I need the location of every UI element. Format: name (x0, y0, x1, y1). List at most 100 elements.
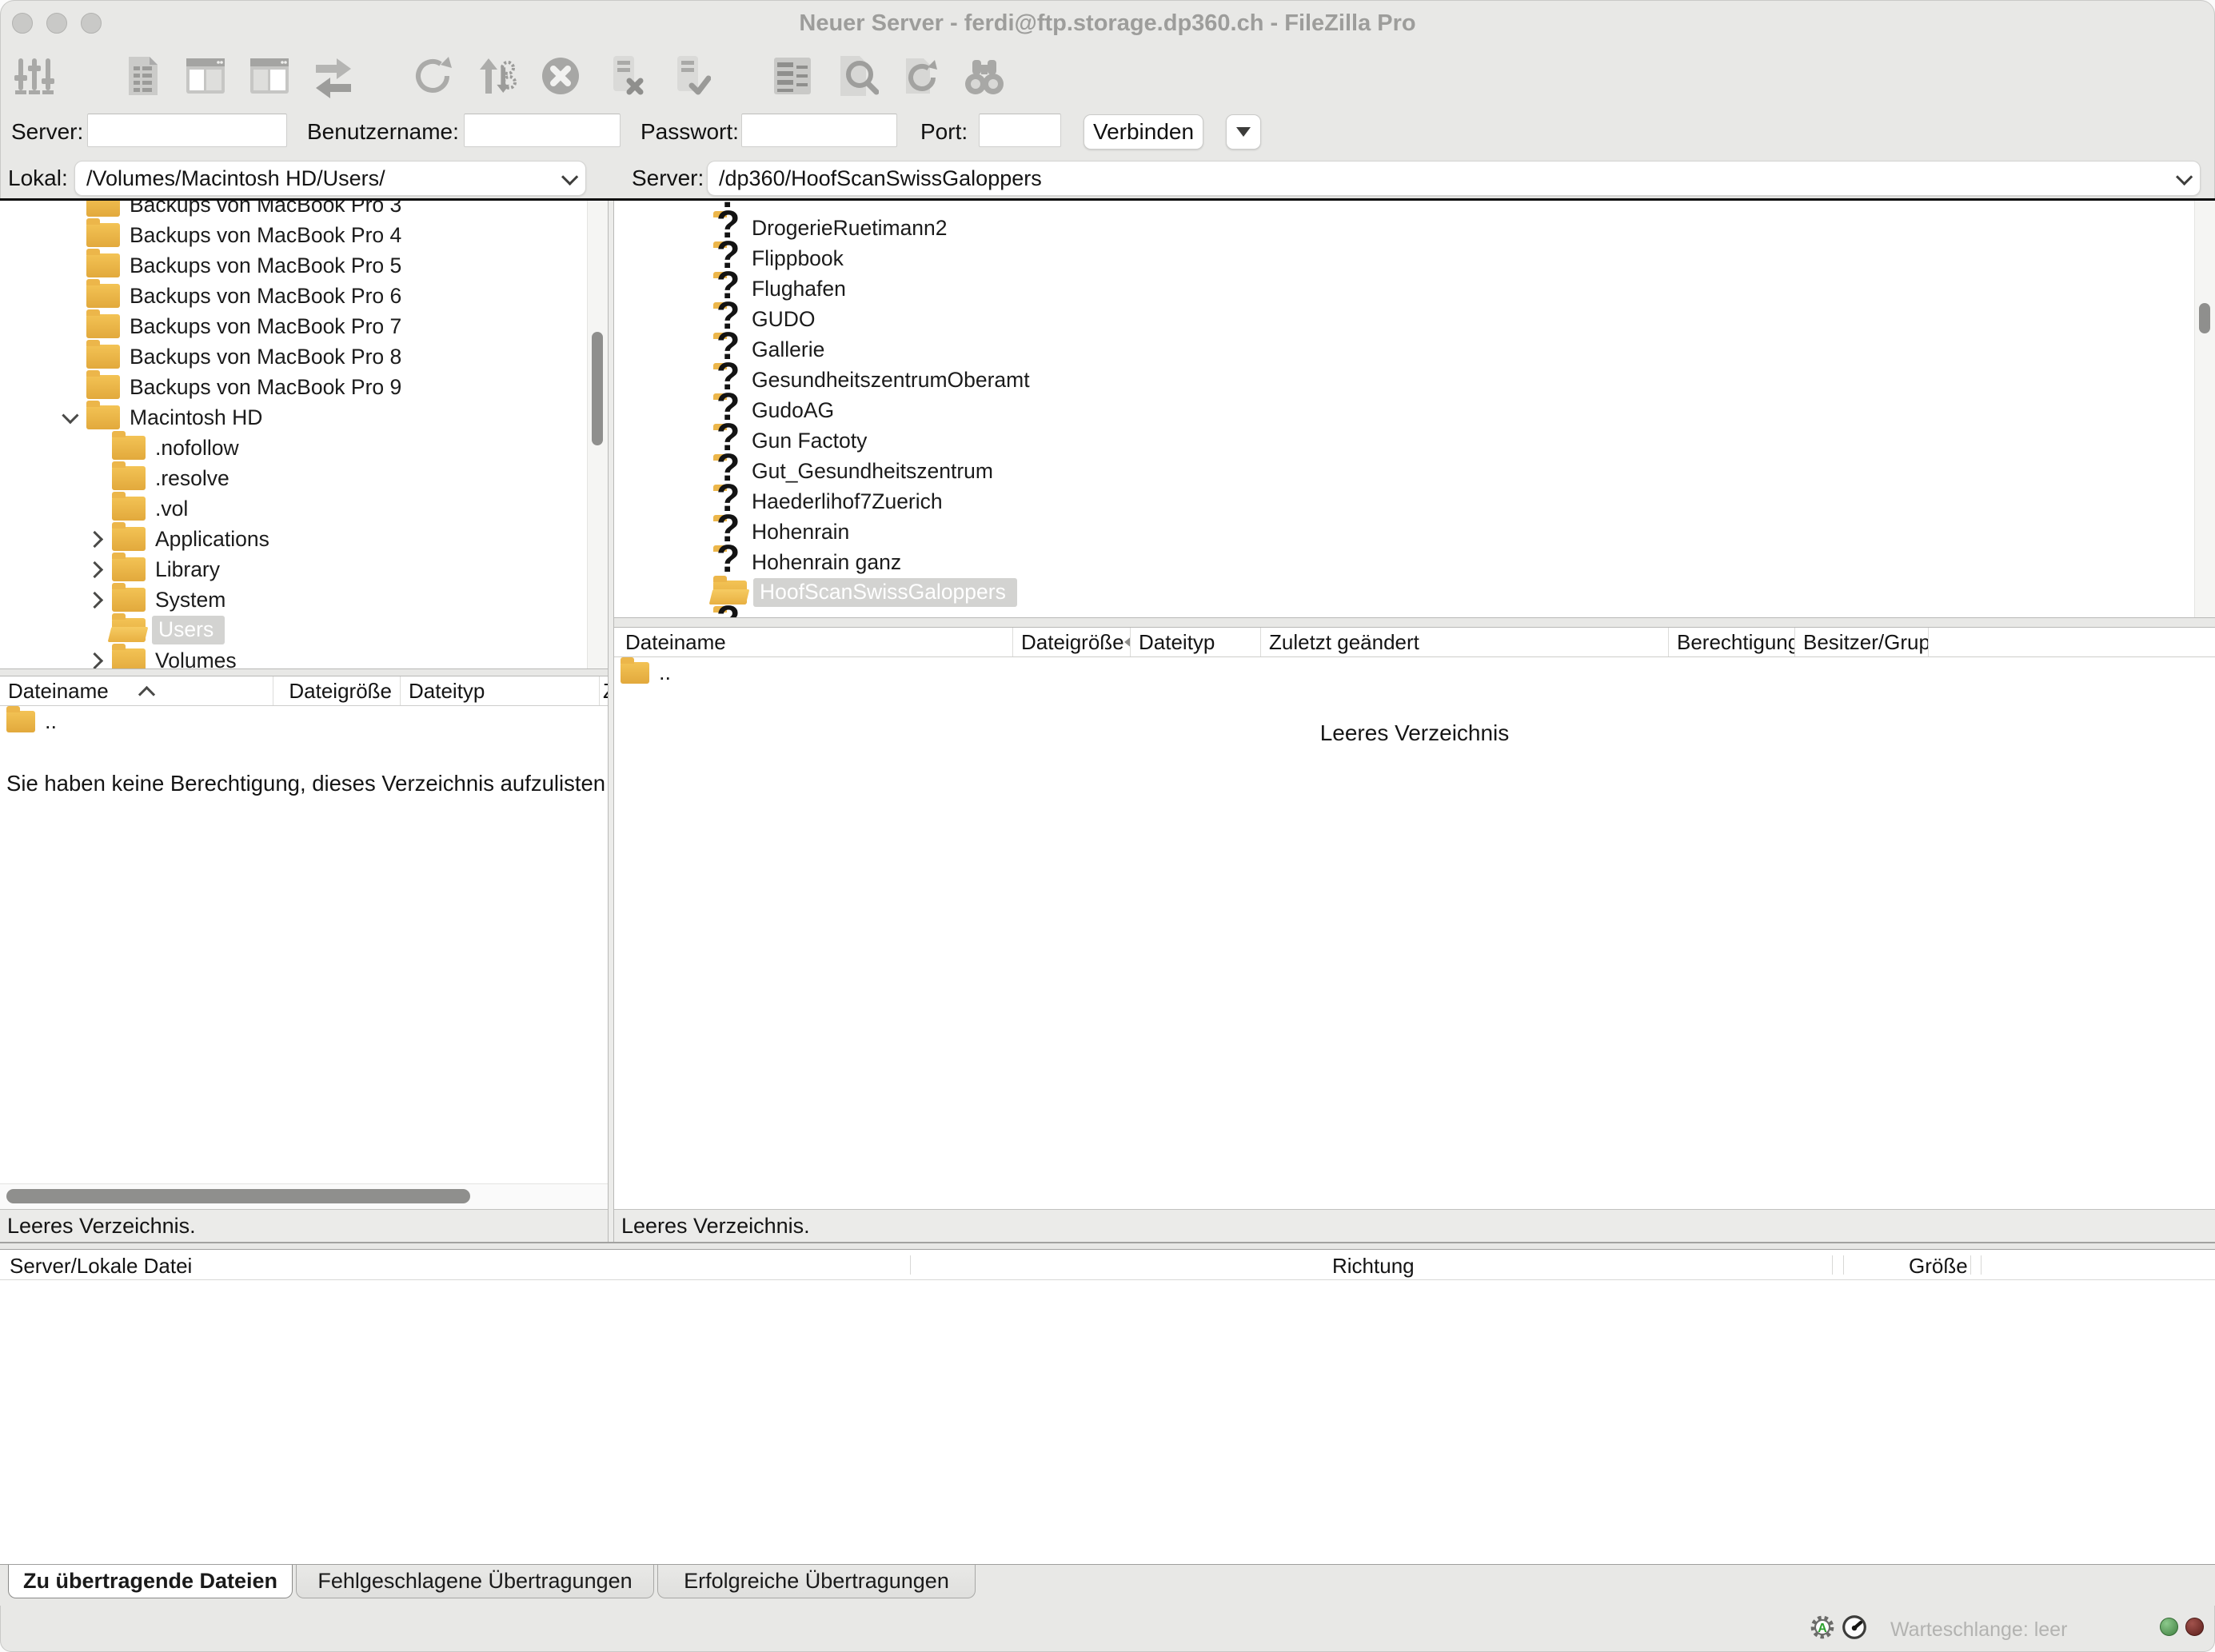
column-header-dateityp[interactable]: Dateityp (1131, 628, 1261, 656)
column-header-dateityp[interactable]: Dateityp (401, 676, 600, 705)
queue-splitter[interactable] (0, 1242, 2215, 1250)
column-header-berechtigungen[interactable]: Berechtigungen (1669, 628, 1795, 656)
remote-tree-toggle-icon[interactable] (246, 51, 293, 101)
remote-file-list: Dateiname Dateigröße Dateityp Zuletzt ge… (614, 628, 2215, 1209)
window-title: Neuer Server - ferdi@ftp.storage.dp360.c… (0, 0, 2215, 46)
tree-item[interactable]: .nofollow (0, 433, 608, 463)
panel-splitter[interactable] (608, 201, 614, 1242)
column-header-besitzer-gruppe[interactable]: Besitzer/Gruppe (1795, 628, 1929, 656)
tree-item[interactable]: ?Hohenrain ganz (614, 547, 2215, 577)
server-input[interactable] (87, 114, 287, 147)
scrollbar-thumb[interactable] (2199, 303, 2210, 333)
disconnect-icon[interactable] (601, 51, 648, 101)
column-header-groesse[interactable]: Größe (1909, 1254, 1968, 1279)
tree-item[interactable]: Volumes (0, 645, 608, 668)
tree-item[interactable]: Backups von MacBook Pro 6 (0, 281, 608, 311)
connect-dropdown-button[interactable] (1226, 114, 1261, 150)
tree-item[interactable]: Backups von MacBook Pro 8 (0, 341, 608, 372)
remote-panel-divider[interactable] (614, 617, 2215, 628)
tree-item[interactable]: ? (614, 201, 2215, 213)
port-input[interactable] (979, 114, 1061, 147)
column-label: Dateityp (409, 679, 485, 704)
tree-item[interactable]: ?DrogerieRuetimann2 (614, 213, 2215, 243)
tree-item-label: .nofollow (155, 436, 239, 461)
status-light-green-icon (2160, 1618, 2178, 1636)
tab-files-to-transfer[interactable]: Zu übertragende Dateien (8, 1565, 293, 1598)
tree-item[interactable]: ?Gallerie (614, 334, 2215, 365)
tree-item[interactable]: Applications (0, 524, 608, 554)
column-header-dateiname[interactable]: Dateiname (614, 628, 1013, 656)
tree-item[interactable]: Library (0, 554, 608, 585)
tree-item[interactable]: ?Flughafen (614, 273, 2215, 304)
chevron-right-icon[interactable] (86, 591, 102, 608)
tree-item[interactable]: ?Hohenrain (614, 517, 2215, 547)
tree-item-label: GUDO (752, 307, 816, 332)
tree-item[interactable]: ?GudoAG (614, 395, 2215, 425)
tree-item-selected[interactable]: HoofScanSwissGaloppers (614, 577, 2215, 608)
tree-item-selected[interactable]: Users (0, 615, 608, 645)
tree-item[interactable]: ?Flippbook (614, 243, 2215, 273)
local-path-select[interactable]: /Volumes/Macintosh HD/Users/ (74, 161, 586, 196)
directory-comparison-icon[interactable] (961, 51, 1008, 101)
file-row-parent-dir[interactable]: .. (614, 657, 2215, 688)
remote-tree-scrollbar[interactable] (2194, 201, 2215, 617)
column-header-zuletzt-geaendert[interactable]: Zuletzt geändert (1261, 628, 1669, 656)
chevron-slot (77, 533, 112, 545)
remote-path-select[interactable]: /dp360/HoofScanSwissGaloppers (707, 161, 2201, 196)
column-separator (1970, 1255, 1971, 1275)
column-header-richtung[interactable]: Richtung (1332, 1254, 1415, 1279)
horizontal-scrollbar[interactable] (0, 1183, 608, 1209)
column-header-dateigroesse[interactable]: Dateigröße (1013, 628, 1131, 656)
message-log-icon[interactable] (118, 51, 165, 101)
tree-item[interactable]: ?GesundheitszentrumOberamt (614, 365, 2215, 395)
tree-item[interactable]: .resolve (0, 463, 608, 493)
cancel-icon[interactable] (537, 51, 584, 101)
remote-path-label: Server: (632, 166, 704, 191)
file-name: .. (45, 709, 57, 734)
tree-item[interactable]: Backups von MacBook Pro 5 (0, 250, 608, 281)
tree-item[interactable]: ?GUDO (614, 304, 2215, 334)
tree-item[interactable]: ? (614, 608, 2215, 617)
synchronized-browsing-icon[interactable] (897, 51, 944, 101)
tree-item[interactable]: ?Gun Factoty (614, 425, 2215, 456)
password-input[interactable] (741, 114, 897, 147)
tab-failed-transfers[interactable]: Fehlgeschlagene Übertragungen (296, 1565, 654, 1598)
tab-successful-transfers[interactable]: Erfolgreiche Übertragungen (657, 1565, 976, 1598)
site-manager-icon[interactable] (11, 51, 58, 101)
connect-button[interactable]: Verbinden (1084, 114, 1203, 150)
reconnect-icon[interactable] (665, 51, 712, 101)
scrollbar-thumb[interactable] (592, 332, 603, 445)
tree-item[interactable]: Backups von MacBook Pro 3 (0, 201, 608, 220)
tree-item[interactable]: Macintosh HD (0, 402, 608, 433)
column-header-server-lokale-datei[interactable]: Server/Lokale Datei (10, 1254, 192, 1279)
local-tree-scrollbar[interactable] (587, 201, 608, 668)
refresh-icon[interactable] (409, 51, 456, 101)
file-name: .. (659, 660, 671, 685)
tree-item[interactable]: System (0, 585, 608, 615)
local-panel-divider[interactable] (0, 668, 608, 676)
auto-transfer-mode-icon[interactable]: A (1809, 1614, 1836, 1641)
file-search-icon[interactable] (833, 51, 880, 101)
tree-item[interactable]: Backups von MacBook Pro 9 (0, 372, 608, 402)
chevron-right-icon[interactable] (86, 530, 102, 547)
folder-icon (6, 711, 35, 732)
chevron-right-icon[interactable] (86, 561, 102, 577)
column-header-dateigroesse[interactable]: Dateigröße (273, 676, 401, 705)
tree-item[interactable]: ?Gut_Gesundheitszentrum (614, 456, 2215, 486)
chevron-down-icon[interactable] (62, 407, 78, 424)
transfer-queue-toggle-icon[interactable] (310, 51, 357, 101)
speed-limit-icon[interactable] (1841, 1614, 1868, 1641)
scrollbar-thumb[interactable] (6, 1189, 470, 1203)
tree-item[interactable]: Backups von MacBook Pro 7 (0, 311, 608, 341)
column-header-zuletzt-geaendert[interactable]: Zuletzt geändert (600, 676, 608, 705)
directory-listing-filters-icon[interactable] (769, 51, 816, 101)
process-queue-icon[interactable] (473, 51, 520, 101)
local-tree-toggle-icon[interactable] (182, 51, 229, 101)
tree-item[interactable]: ?Haederlihof7Zuerich (614, 486, 2215, 517)
column-header-dateiname[interactable]: Dateiname (0, 676, 273, 705)
file-row-parent-dir[interactable]: .. (0, 706, 608, 736)
tree-item[interactable]: .vol (0, 493, 608, 524)
username-input[interactable] (464, 114, 621, 147)
tree-item[interactable]: Backups von MacBook Pro 4 (0, 220, 608, 250)
chevron-right-icon[interactable] (86, 652, 102, 668)
